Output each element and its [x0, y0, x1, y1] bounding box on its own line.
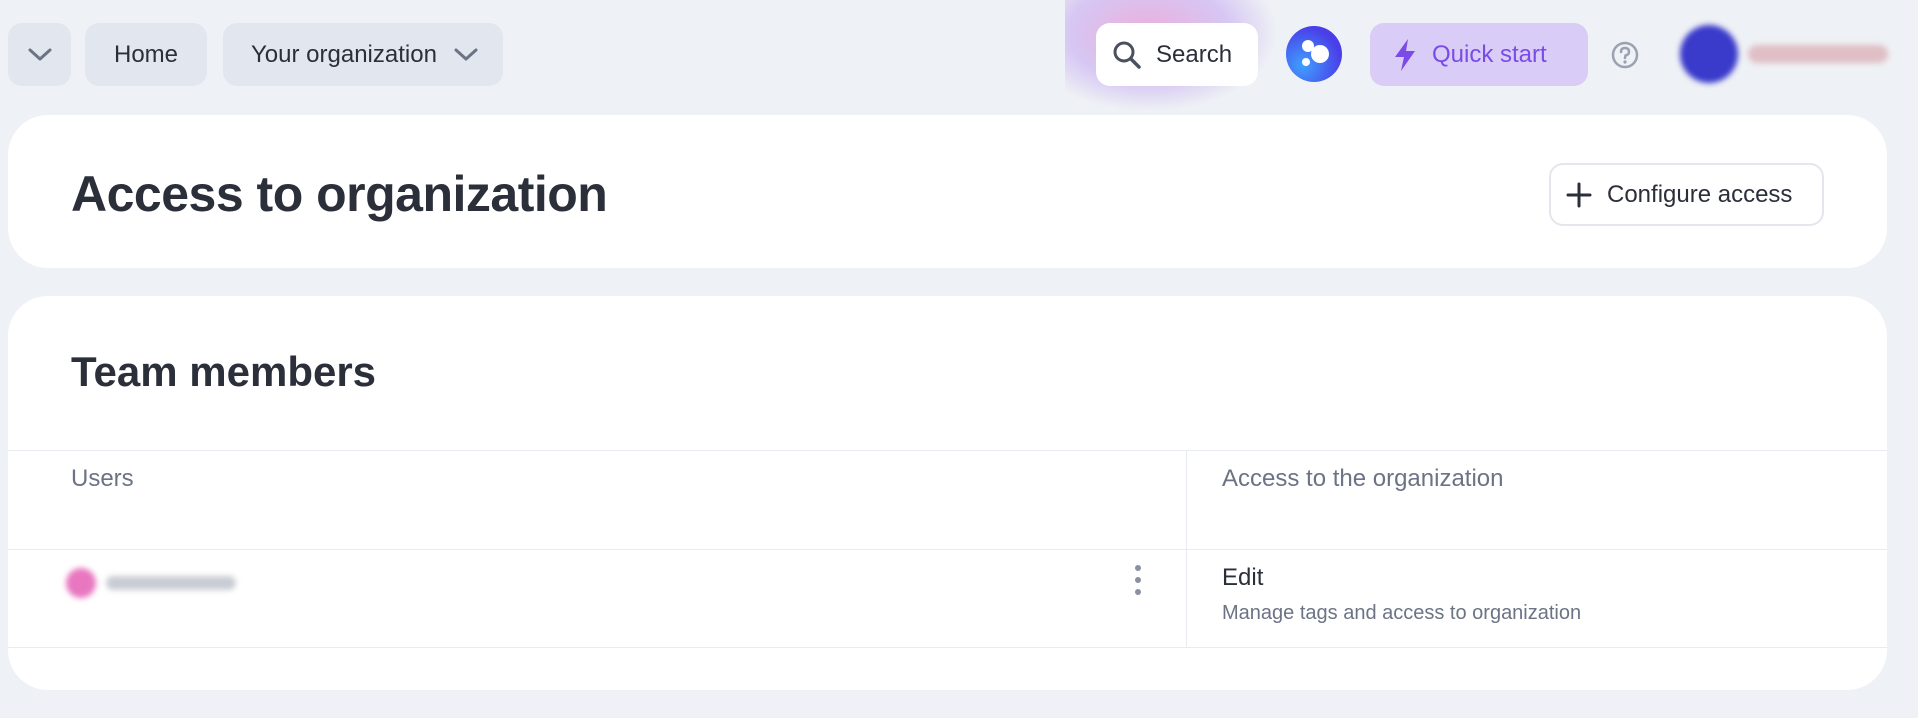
column-header-users: Users — [71, 465, 134, 492]
search-icon — [1113, 41, 1141, 69]
user-avatar — [66, 568, 96, 598]
lightning-icon — [1395, 38, 1415, 71]
help-icon[interactable] — [1610, 40, 1640, 70]
configure-access-label: Configure access — [1607, 180, 1793, 208]
team-members-card: Team members Users Access to the organiz… — [8, 296, 1887, 690]
assistant-icon — [1302, 40, 1329, 66]
quick-start-button[interactable]: Quick start — [1370, 23, 1588, 86]
more-vertical-icon[interactable] — [1126, 560, 1150, 600]
account-name-redacted — [1748, 45, 1888, 63]
chevron-down-icon — [454, 48, 478, 60]
search-label: Search — [1156, 40, 1233, 68]
divider — [8, 647, 1887, 648]
header-card: Access to organization Configure access — [8, 115, 1887, 268]
organization-selector[interactable]: Your organization — [223, 23, 503, 86]
configure-access-button[interactable]: Configure access — [1549, 163, 1824, 226]
chevron-down-icon — [28, 48, 51, 60]
assistant-button[interactable] — [1286, 26, 1342, 82]
access-level-description: Manage tags and access to organization — [1222, 602, 1582, 624]
page-title: Access to organization — [71, 166, 608, 222]
divider — [8, 549, 1887, 550]
plus-icon — [1566, 182, 1592, 207]
avatar — [1680, 25, 1738, 83]
organization-label: Your organization — [251, 40, 437, 68]
search-button[interactable]: Search — [1096, 23, 1258, 86]
section-title: Team members — [71, 348, 377, 395]
account-menu[interactable] — [1680, 14, 1900, 94]
user-name-redacted — [106, 576, 236, 590]
collapse-menu-button[interactable] — [8, 23, 71, 86]
column-header-access: Access to the organization — [1222, 465, 1504, 492]
home-breadcrumb[interactable]: Home — [85, 23, 207, 86]
quick-start-label: Quick start — [1432, 40, 1547, 68]
user-cell-redacted[interactable] — [66, 568, 236, 598]
top-bar: Home Your organization Search Quick star… — [0, 0, 1918, 110]
home-label: Home — [113, 40, 179, 68]
divider — [8, 450, 1887, 451]
access-level-title: Edit — [1222, 564, 1264, 591]
